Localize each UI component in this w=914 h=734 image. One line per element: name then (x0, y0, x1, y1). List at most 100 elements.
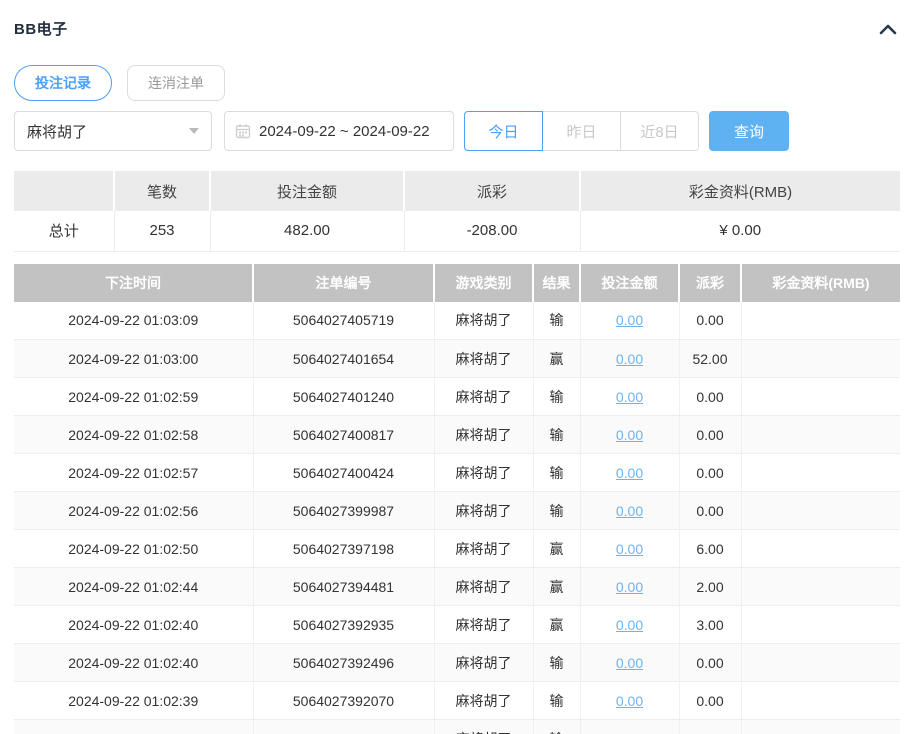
cell-game-type: 麻将胡了 (434, 682, 533, 720)
bet-table-header-row: 下注时间 注单编号 游戏类别 结果 投注金额 派彩 彩金资料(RMB) (14, 264, 900, 302)
summary-header-blank (14, 171, 114, 211)
cell-bet-time: 2024-09-22 01:02:58 (14, 416, 253, 454)
cell-game-type: 麻将胡了 (434, 492, 533, 530)
cell-bet-amount: 0.00 (580, 644, 679, 682)
quick-range-group: 今日 昨日 近8日 (464, 111, 699, 151)
date-range-input[interactable]: 2024-09-22 ~ 2024-09-22 (224, 111, 454, 151)
cell-bet-time: 2024-09-22 01:03:00 (14, 340, 253, 378)
range-today-button[interactable]: 今日 (464, 111, 543, 151)
col-header-payout: 派彩 (679, 264, 741, 302)
cell-bet-time: 2024-09-22 01:02:40 (14, 606, 253, 644)
summary-table: 笔数 投注金额 派彩 彩金资料(RMB) 总计 253 482.00 -208.… (14, 171, 900, 252)
cell-bet-id: 5064027397198 (253, 530, 434, 568)
cell-bonus (741, 530, 900, 568)
summary-header-count: 笔数 (114, 171, 210, 211)
cell-bet-id: 5064027392070 (253, 682, 434, 720)
cell-payout: 0.00 (679, 682, 741, 720)
game-select[interactable]: 麻将胡了 (14, 111, 212, 151)
cell-payout: 0.00 (679, 720, 741, 734)
cell-bet-amount: 0.00 (580, 720, 679, 734)
summary-total-bet-amount: 482.00 (210, 211, 404, 251)
cell-bet-time: 2024-09-22 01:02:56 (14, 492, 253, 530)
tab-cancelled-bets[interactable]: 连消注单 (127, 65, 225, 101)
table-row: 2024-09-22 01:02:44 5064027394481 麻将胡了 赢… (14, 568, 900, 606)
bet-amount-link[interactable]: 0.00 (616, 541, 643, 557)
col-header-bonus: 彩金资料(RMB) (741, 264, 900, 302)
bet-amount-link[interactable]: 0.00 (616, 503, 643, 519)
table-row: 2024-09-22 01:02:40 5064027392496 麻将胡了 输… (14, 644, 900, 682)
bet-table-body: 2024-09-22 01:03:09 5064027405719 麻将胡了 输… (14, 302, 900, 734)
bet-amount-link[interactable]: 0.00 (616, 731, 643, 734)
bet-amount-link[interactable]: 0.00 (616, 312, 643, 328)
cell-bet-id: 5064027394481 (253, 568, 434, 606)
cell-bet-amount: 0.00 (580, 682, 679, 720)
col-header-bet-id: 注单编号 (253, 264, 434, 302)
cell-bet-time: 2024-09-22 01:02:59 (14, 378, 253, 416)
table-row: 2024-09-22 01:02:38 5064027391670 麻将胡了 输… (14, 720, 900, 734)
cell-bet-amount: 0.00 (580, 454, 679, 492)
bet-amount-link[interactable]: 0.00 (616, 389, 643, 405)
chevron-up-icon (878, 24, 898, 39)
cell-bet-amount: 0.00 (580, 492, 679, 530)
summary-total-row: 总计 253 482.00 -208.00 ¥ 0.00 (14, 211, 900, 251)
col-header-bet-time: 下注时间 (14, 264, 253, 302)
cell-bonus (741, 568, 900, 606)
cell-bet-time: 2024-09-22 01:02:50 (14, 530, 253, 568)
bet-amount-link[interactable]: 0.00 (616, 693, 643, 709)
betting-records-panel: BB电子 投注记录 连消注单 麻将胡了 2024-09-22 ~ 2024-09… (0, 0, 914, 734)
cell-game-type: 麻将胡了 (434, 302, 533, 340)
cell-bet-id: 5064027401240 (253, 378, 434, 416)
search-button[interactable]: 查询 (709, 111, 789, 151)
cell-bet-time: 2024-09-22 01:03:09 (14, 302, 253, 340)
bet-amount-link[interactable]: 0.00 (616, 427, 643, 443)
cell-game-type: 麻将胡了 (434, 378, 533, 416)
summary-total-label: 总计 (14, 211, 114, 251)
cell-bonus (741, 454, 900, 492)
collapse-button[interactable] (876, 20, 900, 38)
tab-bet-records[interactable]: 投注记录 (14, 65, 112, 101)
caret-down-icon (189, 128, 199, 134)
cell-bet-id: 5064027391670 (253, 720, 434, 734)
bet-amount-link[interactable]: 0.00 (616, 465, 643, 481)
cell-payout: 3.00 (679, 606, 741, 644)
cell-bonus (741, 378, 900, 416)
cell-bet-amount: 0.00 (580, 530, 679, 568)
bet-amount-link[interactable]: 0.00 (616, 655, 643, 671)
bet-amount-link[interactable]: 0.00 (616, 579, 643, 595)
cell-payout: 2.00 (679, 568, 741, 606)
bet-amount-link[interactable]: 0.00 (616, 351, 643, 367)
cell-bet-time: 2024-09-22 01:02:38 (14, 720, 253, 734)
cell-payout: 0.00 (679, 302, 741, 340)
page-title: BB电子 (14, 18, 68, 39)
cell-game-type: 麻将胡了 (434, 568, 533, 606)
cell-payout: 0.00 (679, 644, 741, 682)
table-row: 2024-09-22 01:02:58 5064027400817 麻将胡了 输… (14, 416, 900, 454)
summary-header-bonus: 彩金资料(RMB) (580, 171, 900, 211)
cell-bonus (741, 492, 900, 530)
cell-payout: 52.00 (679, 340, 741, 378)
range-yesterday-button[interactable]: 昨日 (542, 111, 621, 151)
cell-result: 输 (533, 378, 580, 416)
date-range-value: 2024-09-22 ~ 2024-09-22 (259, 123, 430, 140)
cell-bet-time: 2024-09-22 01:02:39 (14, 682, 253, 720)
cell-result: 赢 (533, 340, 580, 378)
cell-bonus (741, 302, 900, 340)
cell-bet-id: 5064027400424 (253, 454, 434, 492)
cell-game-type: 麻将胡了 (434, 530, 533, 568)
cell-payout: 0.00 (679, 492, 741, 530)
cell-game-type: 麻将胡了 (434, 720, 533, 734)
summary-total-bonus: ¥ 0.00 (580, 211, 900, 251)
cell-game-type: 麻将胡了 (434, 644, 533, 682)
cell-game-type: 麻将胡了 (434, 606, 533, 644)
cell-bet-id: 5064027392935 (253, 606, 434, 644)
table-row: 2024-09-22 01:02:39 5064027392070 麻将胡了 输… (14, 682, 900, 720)
range-last8days-button[interactable]: 近8日 (620, 111, 699, 151)
table-row: 2024-09-22 01:02:57 5064027400424 麻将胡了 输… (14, 454, 900, 492)
cell-bonus (741, 606, 900, 644)
cell-result: 输 (533, 492, 580, 530)
cell-bonus (741, 416, 900, 454)
bet-amount-link[interactable]: 0.00 (616, 617, 643, 633)
table-row: 2024-09-22 01:03:00 5064027401654 麻将胡了 赢… (14, 340, 900, 378)
col-header-bet-amount: 投注金额 (580, 264, 679, 302)
cell-bet-id: 5064027405719 (253, 302, 434, 340)
